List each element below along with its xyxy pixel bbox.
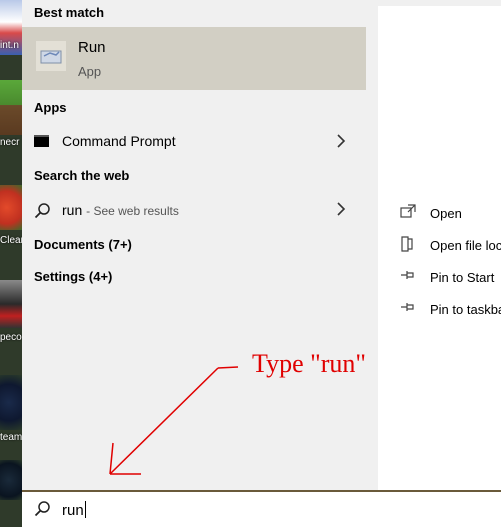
pin-icon	[400, 300, 416, 319]
desktop-label: team	[0, 432, 22, 443]
best-match-run[interactable]: Run App	[22, 27, 366, 90]
desktop-icon-speccy[interactable]	[0, 280, 22, 328]
best-match-title: Run	[78, 39, 106, 56]
text-caret	[84, 501, 86, 518]
desktop-label: necr	[0, 137, 20, 148]
action-label: Pin to taskbar	[430, 302, 501, 317]
action-label: Open file location	[430, 238, 501, 253]
chevron-right-icon[interactable]	[336, 134, 346, 153]
web-query: run	[62, 202, 83, 218]
action-open[interactable]: Open	[378, 200, 501, 228]
best-match-header: Best match	[34, 5, 105, 20]
desktop-label: Clean	[0, 235, 22, 246]
web-header: Search the web	[34, 168, 130, 183]
desktop-icon-ccleaner[interactable]	[0, 185, 22, 230]
search-results-panel: Best match Run App Apps Command Prompt S…	[22, 0, 366, 490]
actions-list: Open Open file location Pin to Start Pin…	[378, 183, 501, 490]
web-suffix: - See web results	[86, 204, 179, 218]
desktop-strip: int.n necr Clean peco team	[0, 0, 22, 527]
app-command-prompt[interactable]: Command Prompt	[22, 126, 366, 158]
pin-icon	[400, 268, 416, 287]
action-label: Open	[430, 206, 462, 221]
action-pin-to-start[interactable]: Pin to Start	[378, 264, 501, 292]
apps-header: Apps	[34, 100, 67, 115]
annotation-text: Type "run"	[252, 349, 366, 378]
app-label: Command Prompt	[62, 133, 176, 149]
search-icon	[34, 500, 52, 523]
desktop-icon-steam[interactable]	[0, 375, 22, 430]
command-prompt-icon	[34, 134, 50, 153]
desktop-label: peco	[0, 332, 22, 343]
documents-group[interactable]: Documents (7+)	[34, 237, 132, 252]
chevron-right-icon[interactable]	[336, 202, 346, 221]
desktop-icon-minecraft[interactable]	[0, 80, 22, 135]
folder-icon	[400, 236, 414, 257]
web-search-run[interactable]: run - See web results	[22, 194, 366, 226]
search-input[interactable]: run	[62, 501, 86, 519]
desktop-icon-alien[interactable]	[0, 460, 22, 500]
search-icon	[34, 202, 52, 225]
open-icon	[400, 204, 416, 223]
run-app-icon	[36, 41, 66, 71]
desktop-label: int.n	[0, 40, 19, 51]
settings-group[interactable]: Settings (4+)	[34, 269, 112, 284]
action-pin-to-taskbar[interactable]: Pin to taskbar	[378, 296, 501, 324]
action-label: Pin to Start	[430, 270, 495, 285]
best-match-subtitle: App	[78, 64, 102, 79]
details-panel: Open Open file location Pin to Start Pin…	[366, 0, 501, 490]
action-open-file-location[interactable]: Open file location	[378, 232, 501, 260]
search-bar[interactable]: run	[22, 490, 501, 527]
app-preview-area	[378, 6, 501, 183]
